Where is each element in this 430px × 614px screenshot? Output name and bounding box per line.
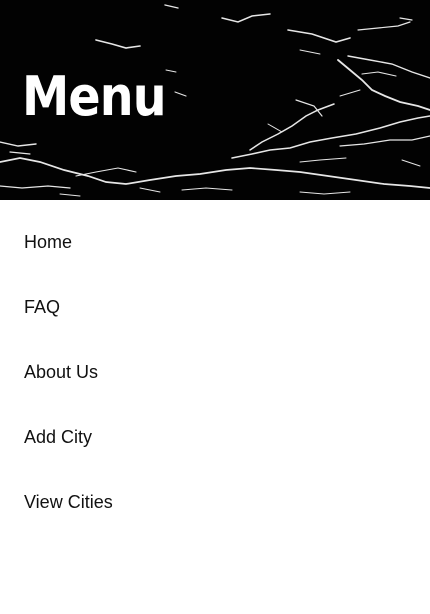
menu-item-home[interactable]: Home [0,210,430,275]
drawer-header: Menu [0,0,430,200]
menu-item-add-city[interactable]: Add City [0,405,430,470]
menu-item-view-cities[interactable]: View Cities [0,470,430,535]
menu-item-faq[interactable]: FAQ [0,275,430,340]
nav-menu: Home FAQ About Us Add City View Cities [0,210,430,535]
drawer-title: Menu [22,65,167,128]
navigation-drawer: Menu Home FAQ About Us Add City View Cit… [0,0,430,614]
menu-item-about-us[interactable]: About Us [0,340,430,405]
